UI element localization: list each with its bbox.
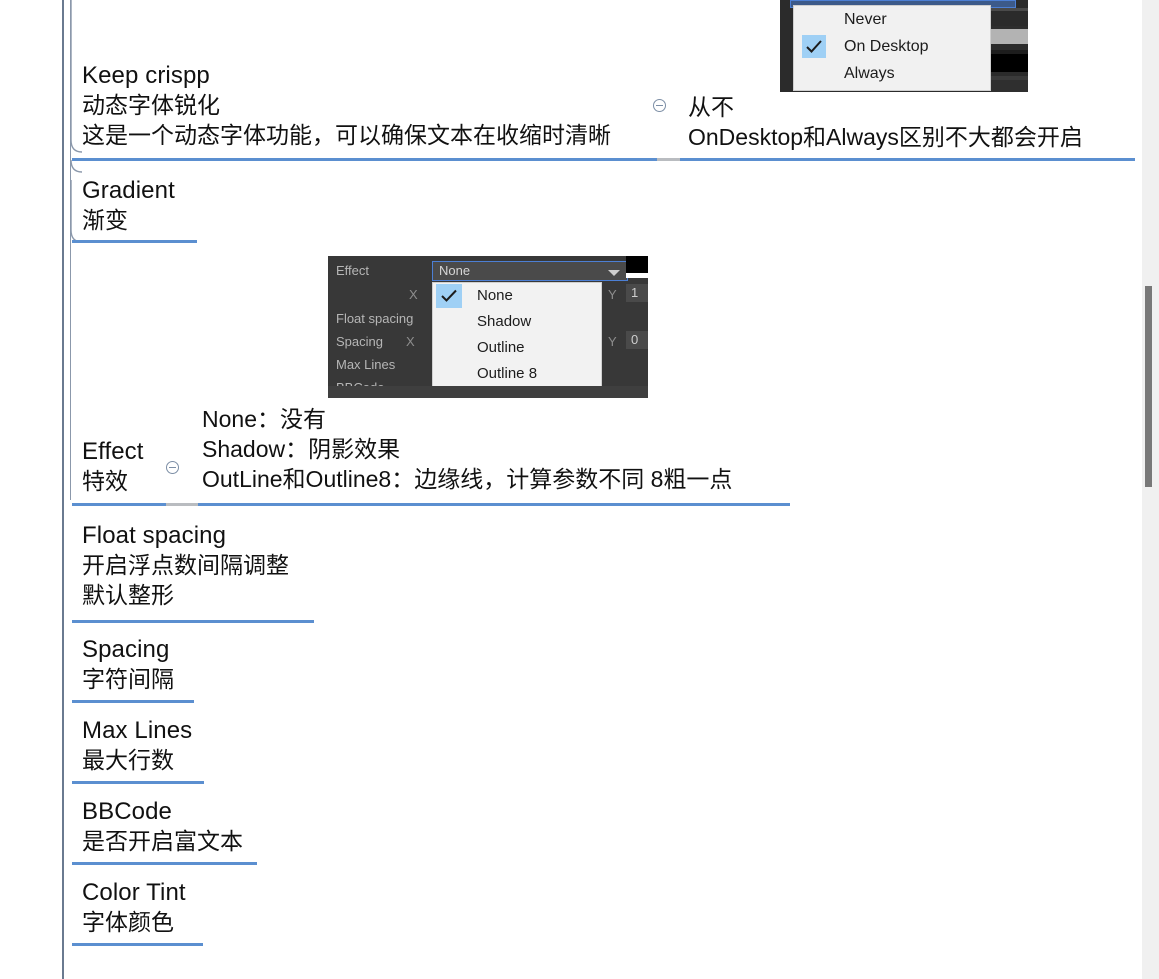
topic-title-cn: 字体颜色 (82, 909, 174, 936)
topic-note-cn: 这是一个动态字体功能，可以确保文本在收缩时清晰 (82, 122, 611, 149)
inspector-label-spacing-x: X (406, 334, 415, 349)
inspector-label-x-top: X (409, 287, 418, 302)
inspector-label-spacing: Spacing (336, 334, 383, 349)
topic-underline-keep-crispp (72, 158, 657, 161)
inspector-field-y-top[interactable]: 1 (626, 284, 648, 302)
topic-underline-keep-crispp-detail (680, 158, 1135, 161)
inspector-effect-dropdown-list[interactable]: None Shadow Outline Outline 8 (432, 282, 602, 392)
dropdown-item-shadow[interactable]: Shadow (433, 309, 601, 335)
dropdown-item-label: Never (844, 11, 887, 28)
inspector-effect-combobox-value: None (439, 263, 471, 278)
dropdown-item-outline-8[interactable]: Outline 8 (433, 361, 601, 387)
checkmark-icon (802, 35, 826, 58)
underline-gap-marker (166, 503, 198, 506)
inspector-label-float-spacing: Float spacing (336, 311, 414, 326)
dropdown-item-never[interactable]: Never (794, 6, 990, 33)
dropdown-item-label: None (477, 287, 513, 304)
inspector-color-swatch-alpha (626, 273, 648, 278)
topic-title-cn: 是否开启富文本 (82, 828, 243, 855)
screenshot-strip (990, 80, 1028, 92)
topic-spacing[interactable]: Spacing 字符间隔 (82, 634, 322, 695)
topic-gradient[interactable]: Gradient 渐变 (82, 175, 322, 236)
topic-underline-bbcode (72, 862, 257, 865)
checkmark-icon (436, 284, 462, 308)
topic-detail-line: Shadow：阴影效果 (202, 435, 401, 462)
topic-title-cn: 动态字体锐化 (82, 92, 220, 119)
topic-title-en: Keep crispp (82, 62, 210, 89)
topic-title-cn: 字符间隔 (82, 666, 174, 693)
topic-max-lines[interactable]: Max Lines 最大行数 (82, 715, 322, 776)
topic-title-en: Color Tint (82, 879, 186, 906)
topic-title-cn: 渐变 (82, 207, 128, 234)
inspector-label-y-mid: Y (608, 334, 617, 349)
topic-float-spacing[interactable]: Float spacing 开启浮点数间隔调整 默认整形 (82, 520, 382, 611)
inspector-color-swatch[interactable] (626, 256, 648, 273)
topic-effect-details[interactable]: None：没有 Shadow：阴影效果 OutLine和Outline8：边缘线… (202, 405, 802, 495)
dropdown-item-label: Outline (477, 339, 525, 356)
topic-title-en: Spacing (82, 636, 170, 663)
dropdown-item-none[interactable]: None (433, 283, 601, 309)
inspector-field-y-mid[interactable]: 0 (626, 331, 648, 349)
topic-title-en: Max Lines (82, 717, 193, 744)
inspector-label-max-lines: Max Lines (336, 357, 396, 372)
topic-title-cn: 开启浮点数间隔调整 (82, 552, 289, 579)
dropdown-item-on-desktop[interactable]: On Desktop (794, 33, 990, 60)
topic-underline-effect-details (198, 503, 790, 506)
dropdown-item-label: Shadow (477, 313, 532, 330)
mindmap-canvas: Keep crispp 动态字体锐化 这是一个动态字体功能，可以确保文本在收缩时… (0, 0, 1159, 979)
screenshot-strip (990, 54, 1028, 72)
screenshot-strip (990, 29, 1028, 44)
topic-underline-max-lines (72, 781, 204, 784)
screenshot-effect-inspector: Effect X Float spacing Spacing X Max Lin… (328, 256, 648, 398)
vertical-scrollbar[interactable] (1142, 0, 1159, 979)
screenshot-dropdown-list[interactable]: Never On Desktop Always (793, 5, 991, 91)
dropdown-item-always[interactable]: Always (794, 60, 990, 87)
topic-underline-float-spacing (72, 620, 314, 623)
topic-color-tint[interactable]: Color Tint 字体颜色 (82, 877, 382, 938)
screenshot-strip (990, 8, 1028, 11)
topic-note-cn: 默认整形 (82, 582, 174, 609)
trunk-spine-main (62, 0, 64, 979)
topic-detail-line: None：没有 (202, 406, 326, 432)
topic-title-en: BBCode (82, 798, 172, 825)
chevron-down-icon (608, 270, 620, 276)
topic-underline-color-tint (72, 943, 203, 946)
inspector-label-effect: Effect (336, 263, 370, 278)
underline-gap-marker (657, 158, 680, 161)
topic-bbcode[interactable]: BBCode 是否开启富文本 (82, 796, 382, 857)
dropdown-item-label: Outline 8 (477, 365, 538, 382)
dropdown-item-label: On Desktop (844, 38, 929, 55)
inspector-bottom-bar (328, 386, 648, 398)
dropdown-item-label: Always (844, 65, 895, 82)
topic-title-cn: 最大行数 (82, 747, 174, 774)
topic-note-cn: OnDesktop和Always区别不大都会开启 (688, 123, 1083, 150)
topic-underline-spacing (72, 700, 194, 703)
vertical-scrollbar-thumb[interactable] (1145, 286, 1152, 487)
screenshot-desktop-dropdown: Never On Desktop Always (780, 0, 1028, 92)
topic-title-en: Float spacing (82, 522, 227, 549)
inspector-label-y-top: Y (608, 287, 617, 302)
dropdown-item-outline[interactable]: Outline (433, 335, 601, 361)
trunk-spine-secondary (70, 0, 71, 500)
topic-underline-gradient (72, 240, 197, 243)
inspector-effect-combobox[interactable]: None (432, 261, 628, 281)
topic-title-cn: 从不 (688, 94, 734, 120)
collapse-toggle-keep-crispp[interactable] (653, 99, 666, 112)
topic-title-en: Gradient (82, 177, 175, 204)
topic-keep-crispp-detail[interactable]: 从不 OnDesktop和Always区别不大都会开启 (688, 93, 1138, 153)
collapse-toggle-effect[interactable] (166, 461, 179, 474)
topic-keep-crispp[interactable]: Keep crispp 动态字体锐化 这是一个动态字体功能，可以确保文本在收缩时… (82, 60, 662, 151)
topic-detail-line: OutLine和Outline8：边缘线，计算参数不同 8粗一点 (202, 465, 733, 492)
